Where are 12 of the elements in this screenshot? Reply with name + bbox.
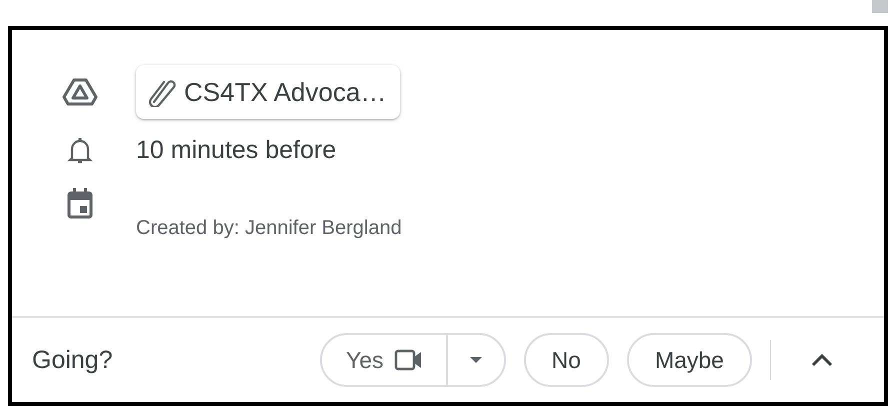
rsvp-button[interactable]: No — [524, 333, 609, 387]
going-label: Going? — [32, 346, 114, 374]
yes-split-button[interactable]: Yes — [320, 333, 506, 387]
attachment-chip[interactable]: CS4TX Advoca… — [136, 65, 400, 119]
rsvp-button[interactable]: Maybe — [626, 333, 752, 387]
caret-icon — [470, 356, 482, 364]
reminder-text: 10 minutes before — [136, 136, 336, 165]
video-icon — [394, 349, 424, 371]
chevron-up-icon — [810, 353, 833, 367]
scrollbar-thumb[interactable] — [872, 0, 888, 13]
yes-button[interactable]: Yes — [322, 335, 448, 385]
created-by-text: Created by: Jennifer Bergland — [136, 217, 402, 240]
